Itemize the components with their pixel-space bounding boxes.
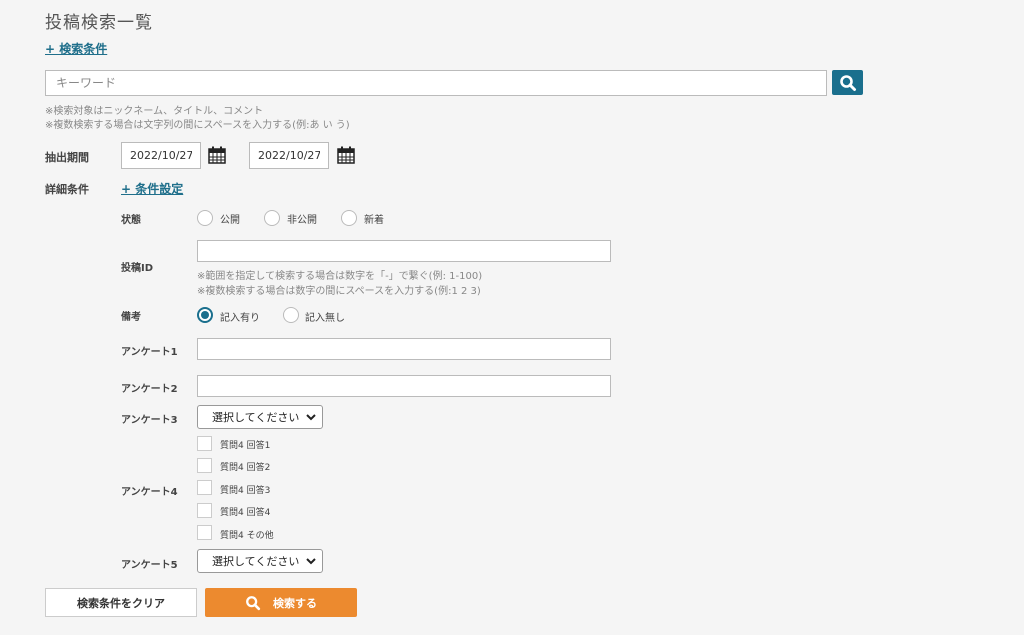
survey4-label: アンケート4 <box>121 487 178 498</box>
survey4-checkbox-2[interactable] <box>197 458 212 473</box>
survey4-checkbox-1[interactable] <box>197 436 212 451</box>
status-label: 状態 <box>121 215 141 226</box>
status-new-radio[interactable] <box>341 210 357 226</box>
period-label: 抽出期間 <box>45 151 89 164</box>
survey2-input[interactable] <box>197 375 611 397</box>
search-icon <box>839 74 856 91</box>
survey3-select[interactable]: 選択してください <box>197 405 323 429</box>
remarks-no-label: 記入無し <box>305 313 345 324</box>
survey3-selected: 選択してください <box>212 411 300 424</box>
search-icon <box>246 595 261 610</box>
remarks-label: 備考 <box>121 312 141 323</box>
survey4-checkbox-3-label: 質問4 回答3 <box>220 486 271 496</box>
survey2-label: アンケート2 <box>121 384 178 395</box>
remarks-yes-label: 記入有り <box>220 313 260 324</box>
clear-conditions-button[interactable]: 検索条件をクリア <box>45 588 197 617</box>
keyword-note-2: ※複数検索する場合は文字列の間にスペースを入力する(例:あ い う) <box>45 120 350 131</box>
calendar-icon[interactable] <box>337 146 355 164</box>
keyword-search-button[interactable] <box>832 70 863 95</box>
survey5-select[interactable]: 選択してください <box>197 549 323 573</box>
remarks-no-radio[interactable] <box>283 307 299 323</box>
status-public-radio[interactable] <box>197 210 213 226</box>
survey4-checkbox-3[interactable] <box>197 480 212 495</box>
survey4-checkbox-1-label: 質問4 回答1 <box>220 441 271 451</box>
survey5-label: アンケート5 <box>121 560 178 571</box>
status-new-label: 新着 <box>364 215 384 226</box>
search-button[interactable]: 検索する <box>205 588 357 617</box>
survey4-checkbox-4-label: 質問4 回答4 <box>220 508 271 518</box>
survey1-input[interactable] <box>197 338 611 360</box>
survey4-checkbox-2-label: 質問4 回答2 <box>220 463 271 473</box>
post-id-note-1: ※範囲を指定して検索する場合は数字を「-」で繋ぐ(例: 1-100) <box>197 271 483 282</box>
search-button-label: 検索する <box>273 596 317 610</box>
search-conditions-toggle[interactable]: + 検索条件 <box>45 40 107 57</box>
post-id-label: 投稿ID <box>121 263 154 274</box>
survey4-checkbox-5[interactable] <box>197 525 212 540</box>
chevron-down-icon <box>306 558 316 565</box>
survey1-label: アンケート1 <box>121 347 178 358</box>
remarks-yes-radio[interactable] <box>197 307 213 323</box>
start-date-input[interactable] <box>121 142 201 169</box>
status-private-radio[interactable] <box>264 210 280 226</box>
condition-settings-toggle[interactable]: + 条件設定 <box>121 180 183 197</box>
keyword-note-1: ※検索対象はニックネーム、タイトル、コメント <box>45 106 264 117</box>
post-id-input[interactable] <box>197 240 611 262</box>
clear-conditions-label: 検索条件をクリア <box>77 596 165 610</box>
status-public-label: 公開 <box>220 215 240 226</box>
post-id-note-2: ※複数検索する場合は数字の間にスペースを入力する(例:1 2 3) <box>197 286 481 297</box>
status-private-label: 非公開 <box>287 215 317 226</box>
survey4-checkbox-4[interactable] <box>197 503 212 518</box>
detail-conditions-label: 詳細条件 <box>45 183 89 196</box>
page-title: 投稿検索一覧 <box>45 13 153 33</box>
keyword-input[interactable] <box>45 70 827 96</box>
survey5-selected: 選択してください <box>212 555 300 568</box>
calendar-icon[interactable] <box>208 146 226 164</box>
end-date-input[interactable] <box>249 142 329 169</box>
chevron-down-icon <box>306 414 316 421</box>
survey4-checkbox-5-label: 質問4 その他 <box>220 531 274 541</box>
survey3-label: アンケート3 <box>121 415 178 426</box>
